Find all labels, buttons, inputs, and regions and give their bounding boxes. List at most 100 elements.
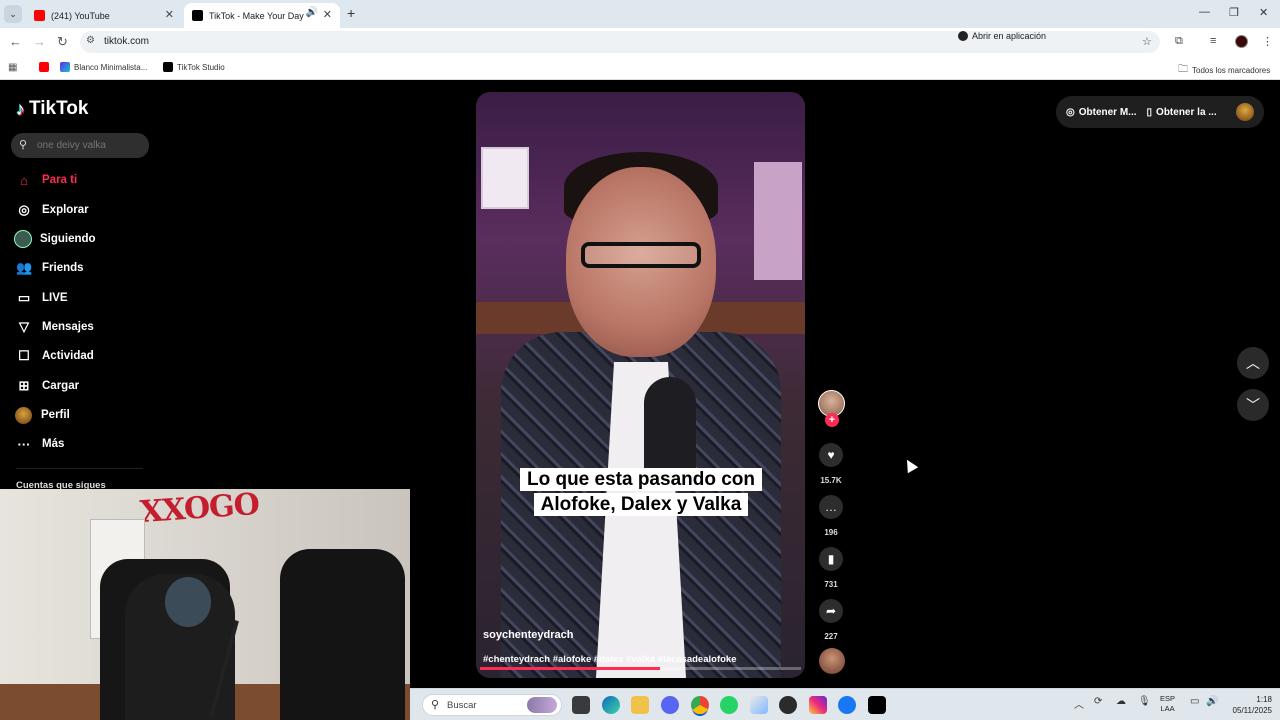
video-progress-bar[interactable] bbox=[480, 667, 801, 670]
bookmark-tiktok-studio[interactable]: TikTok Studio bbox=[163, 62, 225, 72]
nav-live[interactable]: ▭ LIVE bbox=[16, 288, 68, 308]
network-icon[interactable]: ▭ bbox=[1190, 696, 1199, 707]
language-indicator[interactable]: ESP LAA bbox=[1160, 694, 1175, 714]
nav-cargar[interactable]: ⊞ Cargar bbox=[16, 376, 80, 396]
extensions-icon[interactable]: ⧉ bbox=[1175, 35, 1183, 48]
pill-label: Obtener M... bbox=[1078, 106, 1137, 118]
share-icon: ➦ bbox=[825, 604, 837, 618]
share-button[interactable]: ➦ bbox=[819, 599, 843, 623]
taskbar-search[interactable]: ⚲ Buscar bbox=[422, 694, 562, 716]
clock[interactable]: 1:18 05/11/2025 bbox=[1222, 694, 1272, 716]
video-hashtags[interactable]: #chenteydrach #alofoke #dalex #valka #la… bbox=[483, 654, 736, 665]
chrome-icon[interactable] bbox=[691, 696, 709, 714]
divider bbox=[16, 468, 143, 469]
nav-label: Perfil bbox=[41, 409, 70, 421]
minimize-icon[interactable]: — bbox=[1199, 6, 1210, 18]
nav-label: Más bbox=[42, 438, 65, 450]
nav-para-ti[interactable]: ⌂ Para ti bbox=[16, 170, 77, 190]
sound-avatar[interactable] bbox=[819, 648, 845, 674]
new-tab-button[interactable]: + bbox=[347, 5, 355, 21]
comment-button[interactable]: … bbox=[819, 495, 843, 519]
next-video-button[interactable]: ﹀ bbox=[1237, 389, 1269, 421]
site-info-icon[interactable]: ⚙ bbox=[86, 35, 95, 46]
heart-icon: ♥ bbox=[827, 448, 835, 462]
search-input[interactable] bbox=[37, 137, 142, 154]
get-app-button[interactable]: ▯ Obtener la ... bbox=[1147, 107, 1217, 118]
chevron-up-icon[interactable]: ︿ bbox=[1074, 696, 1084, 711]
nav-siguiendo[interactable]: Siguiendo bbox=[14, 229, 96, 249]
user-avatar[interactable] bbox=[1236, 103, 1254, 121]
nav-label: Cargar bbox=[42, 380, 80, 392]
nav-explorar[interactable]: ◎ Explorar bbox=[16, 200, 88, 220]
video-caption: Lo que esta pasando con Alofoke, Dalex y… bbox=[516, 467, 766, 517]
all-bookmarks-label: Todos los marcadores bbox=[1192, 66, 1271, 75]
forward-icon[interactable]: → bbox=[33, 34, 46, 49]
back-icon[interactable]: ← bbox=[9, 34, 22, 49]
browser-tab-strip: ⌄ (241) YouTube ✕ TikTok - Make Your Day… bbox=[0, 0, 1280, 28]
nav-friends[interactable]: 👥 Friends bbox=[16, 258, 84, 278]
whatsapp-icon[interactable] bbox=[720, 696, 738, 714]
open-in-app-button[interactable]: Abrir en aplicación bbox=[958, 31, 1046, 41]
menu-icon[interactable]: ⋮ bbox=[1262, 35, 1273, 48]
snipping-tool-icon[interactable] bbox=[750, 696, 768, 714]
video-player[interactable]: Lo que esta pasando con Alofoke, Dalex y… bbox=[476, 92, 805, 678]
close-icon[interactable]: ✕ bbox=[165, 8, 174, 21]
more-icon: ··· bbox=[17, 436, 31, 452]
nav-perfil[interactable]: Perfil bbox=[15, 405, 70, 425]
microphone bbox=[644, 377, 696, 477]
obs-icon[interactable] bbox=[779, 696, 797, 714]
nav-actividad[interactable]: ☐ Actividad bbox=[16, 346, 94, 366]
search-icon[interactable]: ⚲ bbox=[19, 138, 27, 151]
video-author[interactable]: soychenteydrach bbox=[483, 629, 573, 641]
search-highlight-art bbox=[527, 697, 557, 713]
instagram-icon[interactable] bbox=[809, 696, 827, 714]
star-icon[interactable]: ☆ bbox=[1142, 35, 1152, 48]
get-coins-button[interactable]: ◎ Obtener M... bbox=[1066, 107, 1137, 118]
following-avatar bbox=[14, 230, 32, 248]
follow-plus-icon[interactable]: + bbox=[825, 413, 839, 427]
message-icon: ▽ bbox=[19, 319, 29, 334]
all-bookmarks[interactable]: 🗀 Todos los marcadores bbox=[1178, 62, 1270, 79]
tray-app-icon[interactable]: ☁ bbox=[1116, 696, 1126, 707]
folder-icon: 🗀 bbox=[1178, 64, 1188, 75]
restore-icon[interactable]: ❐ bbox=[1229, 6, 1239, 19]
nav-mas[interactable]: ··· Más bbox=[16, 434, 65, 454]
tiktok-logo[interactable]: ♪ TikTok bbox=[16, 98, 88, 120]
tiktok-icon[interactable] bbox=[868, 696, 886, 714]
time: 1:18 bbox=[1256, 695, 1272, 704]
volume-icon[interactable]: 🔊 bbox=[1206, 696, 1218, 707]
tray-app-icon[interactable]: ⟳ bbox=[1094, 696, 1102, 707]
edge-icon[interactable] bbox=[602, 696, 620, 714]
tab-youtube[interactable]: (241) YouTube ✕ bbox=[26, 3, 182, 28]
task-view-icon[interactable] bbox=[572, 696, 590, 714]
taskbar-search-label: Buscar bbox=[447, 700, 477, 711]
reload-icon[interactable]: ↻ bbox=[57, 34, 68, 50]
discord-icon[interactable] bbox=[661, 696, 679, 714]
media-icon[interactable]: ≡ bbox=[1210, 35, 1216, 47]
tab-search-button[interactable]: ⌄ bbox=[4, 5, 22, 23]
open-in-app-label: Abrir en aplicación bbox=[972, 31, 1047, 41]
bookmark-youtube[interactable] bbox=[39, 62, 49, 72]
tab-tiktok[interactable]: TikTok - Make Your Day 🔊 ✕ bbox=[184, 3, 340, 28]
like-button[interactable]: ♥ bbox=[819, 443, 843, 467]
close-window-icon[interactable]: ✕ bbox=[1259, 6, 1268, 19]
close-icon[interactable]: ✕ bbox=[323, 8, 332, 21]
apps-icon[interactable]: ▦ bbox=[8, 62, 17, 73]
microphone-icon[interactable]: 🎙 bbox=[1138, 696, 1151, 707]
youtube-icon bbox=[34, 10, 45, 21]
nav-mensajes[interactable]: ▽ Mensajes bbox=[16, 317, 94, 337]
top-right-bar: ◎ Obtener M... ▯ Obtener la ... bbox=[1056, 96, 1264, 128]
facebook-icon[interactable] bbox=[838, 696, 856, 714]
share-count: 227 bbox=[824, 632, 838, 641]
file-explorer-icon[interactable] bbox=[631, 696, 649, 714]
url-text[interactable]: tiktok.com bbox=[104, 36, 149, 47]
activity-icon: ☐ bbox=[18, 348, 30, 363]
profile-avatar[interactable] bbox=[1235, 35, 1248, 48]
bookmark-blanco[interactable]: Blanco Minimalista... bbox=[60, 62, 147, 72]
search-box[interactable]: ⚲ bbox=[11, 133, 149, 158]
tiktok-icon bbox=[958, 31, 968, 41]
speaker-icon[interactable]: 🔊 bbox=[306, 7, 318, 18]
previous-video-button[interactable]: ︿ bbox=[1237, 347, 1269, 379]
save-button[interactable]: ▮ bbox=[819, 547, 843, 571]
date: 05/11/2025 bbox=[1232, 706, 1272, 715]
